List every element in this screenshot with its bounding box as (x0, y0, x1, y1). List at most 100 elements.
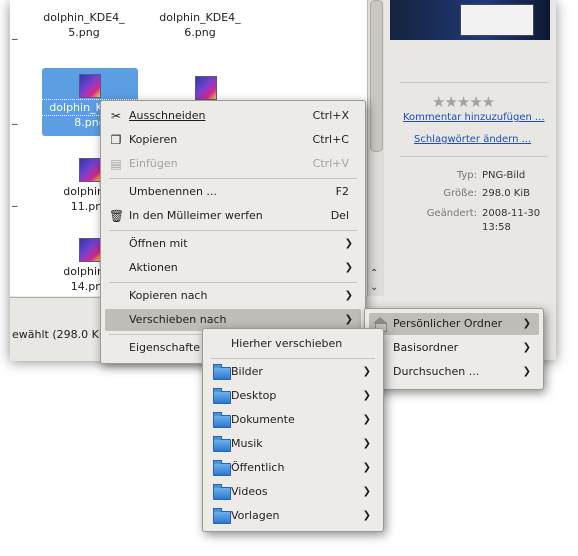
divider (400, 156, 548, 157)
file-name: dolphin_KDE4_ 5.png (43, 11, 125, 39)
file-label-fragment: _ (12, 27, 18, 40)
menu-item-folder-vorlagen[interactable]: Vorlagen ❯ (207, 505, 379, 527)
menu-item-label: Dokumente (231, 413, 295, 426)
divider (400, 82, 548, 83)
menu-separator (109, 282, 357, 283)
chevron-right-icon: ❯ (362, 510, 371, 521)
menu-item-cut[interactable]: ✂ Ausschneiden Ctrl+X (105, 105, 361, 127)
image-file-icon (195, 76, 217, 100)
file-item[interactable] (158, 76, 254, 102)
chevron-right-icon: ❯ (344, 238, 353, 249)
menu-item-browse[interactable]: Durchsuchen ... ❯ (369, 361, 539, 383)
menu-item-label: Persönlicher Ordner (393, 317, 503, 330)
menu-item-copy-to[interactable]: Kopieren nach ❯ (105, 285, 361, 307)
vertical-scrollbar[interactable]: ⌃ ⌄ (367, 0, 384, 296)
menu-item-actions[interactable]: Aktionen ❯ (105, 257, 361, 279)
chevron-right-icon: ❯ (362, 366, 371, 377)
scroll-up-icon[interactable]: ⌃ (370, 268, 378, 279)
menu-separator (109, 178, 357, 179)
menu-item-label: Kopieren (129, 133, 178, 146)
menu-item-shortcut: Ctrl+X (312, 109, 349, 122)
size-label: Größe: (443, 188, 477, 199)
chevron-right-icon: ❯ (362, 414, 371, 425)
home-folder-submenu: Hierher verschieben Bilder ❯ Desktop ❯ D… (202, 328, 384, 532)
menu-item-move-here[interactable]: Hierher verschieben (207, 333, 379, 355)
chevron-right-icon: ❯ (522, 366, 531, 377)
folder-icon (213, 484, 231, 500)
chevron-right-icon: ❯ (362, 438, 371, 449)
file-item[interactable]: dolphin_KDE4_ 5.png (36, 10, 132, 40)
menu-item-home-folder[interactable]: Persönlicher Ordner ❯ (369, 313, 539, 335)
chevron-right-icon: ❯ (522, 318, 531, 329)
scrollbar-thumb[interactable] (370, 0, 383, 152)
trash-icon: 🗑 (109, 209, 125, 223)
information-panel: ★★★★★ Kommentar hinzuzufügen ... Schlagw… (390, 0, 556, 360)
menu-item-folder-bilder[interactable]: Bilder ❯ (207, 361, 379, 383)
chevron-right-icon: ❯ (344, 290, 353, 301)
menu-item-label: Aktionen (129, 261, 178, 274)
copy-icon: ❐ (110, 133, 122, 147)
menu-item-shortcut: Ctrl+V (312, 157, 349, 170)
move-to-submenu: Persönlicher Ordner ❯ Basisordner ❯ Durc… (364, 308, 544, 390)
menu-item-label: Ausschneiden (129, 109, 206, 122)
type-value: PNG-Bild (482, 170, 526, 181)
menu-item-label: Eigenschafte (129, 341, 200, 354)
menu-item-label: Basisordner (393, 341, 459, 354)
menu-separator (109, 230, 357, 231)
menu-item-shortcut: Ctrl+C (312, 133, 349, 146)
image-preview (390, 0, 550, 40)
image-file-icon (79, 158, 101, 182)
folder-icon (213, 412, 231, 428)
add-comment-link[interactable]: Kommentar hinzuzufügen ... (403, 112, 545, 123)
menu-item-label: Musik (231, 437, 263, 450)
image-file-icon (79, 74, 101, 98)
menu-item-label: Umbenennen ... (129, 185, 217, 198)
menu-item-folder-videos[interactable]: Videos ❯ (207, 481, 379, 503)
folder-icon (213, 508, 231, 524)
paste-icon: ▤ (110, 157, 122, 171)
file-item[interactable]: dolphin_KDE4_ 6.png (152, 10, 248, 40)
type-label: Typ: (456, 170, 477, 181)
image-file-icon (79, 238, 101, 262)
menu-item-label: Hierher verschieben (231, 337, 343, 350)
modified-time: 13:58 (482, 222, 511, 233)
size-value: 298.0 KiB (482, 188, 531, 199)
menu-item-label: Videos (231, 485, 268, 498)
menu-item-label: Durchsuchen ... (393, 365, 480, 378)
menu-item-label: Bilder (231, 365, 263, 378)
menu-item-copy[interactable]: ❐ Kopieren Ctrl+C (105, 129, 361, 151)
menu-item-shortcut: Del (330, 209, 349, 222)
file-label-fragment: _ (12, 112, 18, 125)
menu-item-root-folder[interactable]: Basisordner ❯ (365, 337, 539, 359)
menu-item-folder-oeffentlich[interactable]: Öffentlich ❯ (207, 457, 379, 479)
folder-icon (213, 436, 231, 452)
modified-date: 2008-11-30 (482, 208, 541, 219)
change-tags-link[interactable]: Schlagwörter ändern ... (414, 134, 531, 145)
rating-stars[interactable]: ★★★★★ (432, 93, 495, 111)
menu-item-paste[interactable]: ▤ Einfügen Ctrl+V (105, 153, 361, 175)
menu-item-shortcut: F2 (335, 185, 349, 198)
chevron-right-icon: ❯ (362, 390, 371, 401)
file-label-fragment: _ (12, 194, 18, 207)
menu-item-folder-desktop[interactable]: Desktop ❯ (207, 385, 379, 407)
menu-item-rename[interactable]: Umbenennen ... F2 (105, 181, 361, 203)
menu-item-label: Einfügen (129, 157, 178, 170)
scroll-down-icon[interactable]: ⌄ (370, 282, 378, 293)
menu-separator (211, 358, 375, 359)
context-menu: ✂ Ausschneiden Ctrl+X ❐ Kopieren Ctrl+C … (100, 100, 366, 364)
chevron-right-icon: ❯ (344, 262, 353, 273)
menu-item-folder-musik[interactable]: Musik ❯ (207, 433, 379, 455)
menu-item-label: Desktop (231, 389, 277, 402)
menu-item-open-with[interactable]: Öffnen mit ❯ (105, 233, 361, 255)
menu-item-label: Kopieren nach (129, 289, 208, 302)
status-text: ewählt (298.0 Ki (12, 328, 102, 341)
menu-item-move-to-trash[interactable]: 🗑 In den Mülleimer werfen Del (105, 205, 361, 227)
modified-label: Geändert: (426, 208, 477, 219)
chevron-right-icon: ❯ (362, 462, 371, 473)
folder-icon (213, 364, 231, 380)
file-name: dolphin_KDE4_ 6.png (159, 11, 241, 39)
menu-item-label: Öffnen mit (129, 237, 188, 250)
menu-item-folder-dokumente[interactable]: Dokumente ❯ (207, 409, 379, 431)
chevron-right-icon: ❯ (362, 486, 371, 497)
folder-icon (213, 460, 231, 476)
